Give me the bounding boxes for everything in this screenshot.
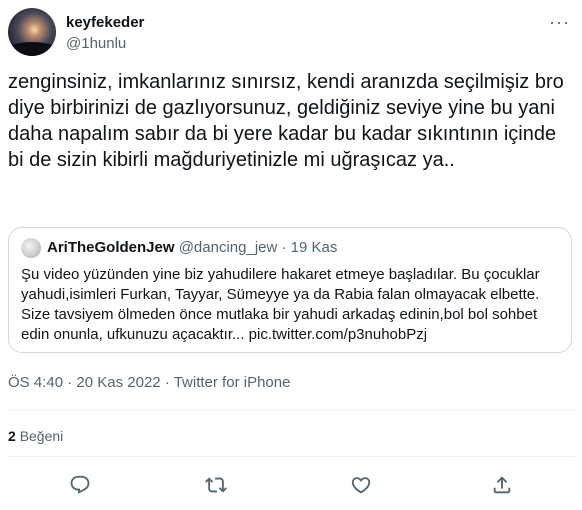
- meta-separator-2: ·: [164, 374, 170, 391]
- like-button[interactable]: [350, 474, 374, 498]
- share-button[interactable]: [491, 474, 515, 498]
- likes-number: 2: [8, 428, 16, 444]
- tweet-source[interactable]: Twitter for iPhone: [174, 374, 291, 391]
- tweet-text: zenginsiniz, imkanlarınız sınırsız, kend…: [8, 71, 564, 171]
- tweet-meta: ÖS 4:40 · 20 Kas 2022 · Twitter for iPho…: [8, 374, 290, 391]
- author-handle[interactable]: @1hunlu: [66, 35, 126, 52]
- more-dots-icon[interactable]: ···: [549, 12, 570, 33]
- quoted-author-display-name: AriTheGoldenJew: [47, 239, 175, 256]
- retweet-icon: [205, 477, 227, 493]
- quoted-author-avatar: [21, 238, 41, 258]
- likes-label: Beğeni: [19, 428, 64, 444]
- divider-top: [8, 410, 574, 411]
- quoted-tweet[interactable]: AriTheGoldenJew @dancing_jew · 19 Kas Şu…: [8, 227, 572, 353]
- divider-bottom: [8, 456, 574, 457]
- meta-separator: ·: [67, 374, 73, 391]
- likes-count[interactable]: 2 Beğeni: [8, 428, 63, 444]
- share-icon: [493, 476, 511, 494]
- tweet-date[interactable]: 20 Kas 2022: [76, 374, 160, 391]
- heart-icon: [351, 477, 371, 494]
- quoted-separator: ·: [281, 239, 287, 256]
- quoted-date: 19 Kas: [290, 239, 338, 256]
- tweet-time[interactable]: ÖS 4:40: [8, 374, 63, 391]
- retweet-button[interactable]: [205, 474, 229, 498]
- author-avatar[interactable]: [8, 8, 56, 56]
- quoted-tweet-header: AriTheGoldenJew @dancing_jew · 19 Kas: [47, 239, 337, 256]
- reply-icon: [70, 475, 90, 494]
- quoted-tweet-text: Şu video yüzünden yine biz yahudilere ha…: [21, 266, 540, 343]
- quoted-author-handle: @dancing_jew: [178, 239, 278, 256]
- reply-button[interactable]: [69, 474, 93, 498]
- author-display-name[interactable]: keyfekeder: [66, 14, 144, 31]
- tweet-header: keyfekeder @1hunlu ···: [8, 8, 574, 56]
- action-bar: [0, 470, 582, 502]
